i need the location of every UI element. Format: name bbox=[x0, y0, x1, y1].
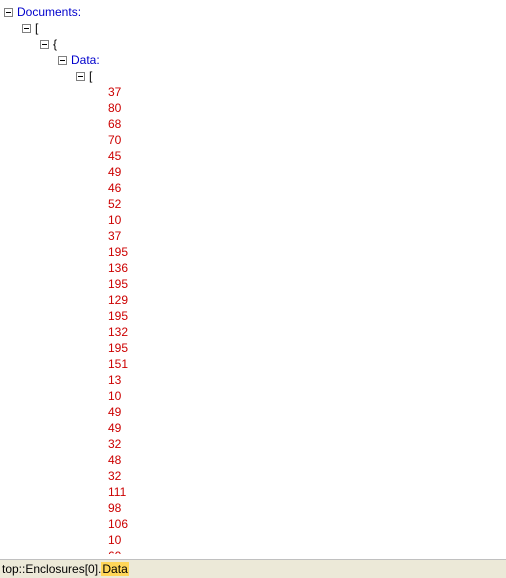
leaf-number: 68 bbox=[108, 116, 121, 132]
leaf-number: 111 bbox=[108, 484, 126, 500]
leaf-number: 60 bbox=[108, 548, 121, 554]
node-suffix: : bbox=[96, 52, 99, 68]
tree-leaf-value[interactable]: 195 bbox=[0, 276, 506, 292]
leaf-number: 10 bbox=[108, 532, 121, 548]
tree-leaf-value[interactable]: 195 bbox=[0, 340, 506, 356]
tree-leaf-value[interactable]: 37 bbox=[0, 228, 506, 244]
tree-leaf-value[interactable]: 151 bbox=[0, 356, 506, 372]
tree-leaf-value[interactable]: 52 bbox=[0, 196, 506, 212]
tree-leaf-value[interactable]: 60 bbox=[0, 548, 506, 554]
leaf-number: 151 bbox=[108, 356, 128, 372]
collapse-icon[interactable] bbox=[58, 56, 67, 65]
json-tree-viewer: Documents : [ { Data : [ 378068704549465… bbox=[0, 4, 506, 554]
tree-leaf-value[interactable]: 80 bbox=[0, 100, 506, 116]
tree-leaf-value[interactable]: 32 bbox=[0, 436, 506, 452]
leaf-number: 48 bbox=[108, 452, 121, 468]
leaf-number: 129 bbox=[108, 292, 128, 308]
leaf-number: 46 bbox=[108, 180, 121, 196]
leaf-number: 98 bbox=[108, 500, 121, 516]
leaf-number: 136 bbox=[108, 260, 128, 276]
leaf-number: 13 bbox=[108, 372, 121, 388]
leaf-number: 45 bbox=[108, 148, 121, 164]
tree-leaf-value[interactable]: 45 bbox=[0, 148, 506, 164]
leaf-number: 195 bbox=[108, 308, 128, 324]
node-brace: { bbox=[53, 36, 57, 52]
tree-leaf-value[interactable]: 195 bbox=[0, 308, 506, 324]
tree-leaf-value[interactable]: 129 bbox=[0, 292, 506, 308]
tree-leaf-value[interactable]: 49 bbox=[0, 164, 506, 180]
collapse-icon[interactable] bbox=[22, 24, 31, 33]
leaf-number: 49 bbox=[108, 404, 121, 420]
tree-leaf-value[interactable]: 37 bbox=[0, 84, 506, 100]
node-key: Documents bbox=[17, 4, 78, 20]
leaf-number: 10 bbox=[108, 388, 121, 404]
leaf-number: 37 bbox=[108, 84, 121, 100]
tree-leaf-value[interactable]: 49 bbox=[0, 404, 506, 420]
leaf-number: 52 bbox=[108, 196, 121, 212]
collapse-icon[interactable] bbox=[4, 8, 13, 17]
tree-leaf-value[interactable]: 98 bbox=[0, 500, 506, 516]
leaf-number: 49 bbox=[108, 164, 121, 180]
leaf-number: 132 bbox=[108, 324, 128, 340]
tree-leaf-value[interactable]: 68 bbox=[0, 116, 506, 132]
tree-node-data[interactable]: Data : bbox=[0, 52, 506, 68]
tree-node-data-array-open[interactable]: [ bbox=[0, 68, 506, 84]
collapse-icon[interactable] bbox=[76, 72, 85, 81]
leaf-number: 32 bbox=[108, 436, 121, 452]
tree-leaf-value[interactable]: 195 bbox=[0, 244, 506, 260]
leaf-number: 195 bbox=[108, 244, 128, 260]
tree-leaf-value[interactable]: 49 bbox=[0, 420, 506, 436]
leaf-number: 195 bbox=[108, 276, 128, 292]
status-bar: top::Enclosures[0]. Data bbox=[0, 559, 506, 578]
tree-leaf-value[interactable]: 32 bbox=[0, 468, 506, 484]
leaf-number: 49 bbox=[108, 420, 121, 436]
tree-leaf-value[interactable]: 13 bbox=[0, 372, 506, 388]
leaf-number: 32 bbox=[108, 468, 121, 484]
tree-leaf-value[interactable]: 70 bbox=[0, 132, 506, 148]
status-path-highlight: Data bbox=[101, 562, 128, 576]
leaf-number: 80 bbox=[108, 100, 121, 116]
tree-leaf-value[interactable]: 132 bbox=[0, 324, 506, 340]
leaf-number: 37 bbox=[108, 228, 121, 244]
status-path-prefix: top::Enclosures[0]. bbox=[2, 562, 101, 576]
tree-leaf-value[interactable]: 136 bbox=[0, 260, 506, 276]
tree-leaf-value[interactable]: 111 bbox=[0, 484, 506, 500]
tree-leaf-value[interactable]: 10 bbox=[0, 212, 506, 228]
collapse-icon[interactable] bbox=[40, 40, 49, 49]
leaf-number: 106 bbox=[108, 516, 128, 532]
tree-leaf-value[interactable]: 106 bbox=[0, 516, 506, 532]
tree-leaf-value[interactable]: 48 bbox=[0, 452, 506, 468]
tree-node-object-open[interactable]: { bbox=[0, 36, 506, 52]
node-key: Data bbox=[71, 52, 96, 68]
tree-leaf-value[interactable]: 10 bbox=[0, 532, 506, 548]
node-suffix: : bbox=[78, 4, 81, 20]
leaf-number: 195 bbox=[108, 340, 128, 356]
tree-leaf-value[interactable]: 10 bbox=[0, 388, 506, 404]
tree-node-documents[interactable]: Documents : bbox=[0, 4, 506, 20]
node-bracket: [ bbox=[89, 68, 92, 84]
tree-node-array-open[interactable]: [ bbox=[0, 20, 506, 36]
leaf-number: 10 bbox=[108, 212, 121, 228]
leaf-number: 70 bbox=[108, 132, 121, 148]
tree-leaf-value[interactable]: 46 bbox=[0, 180, 506, 196]
node-bracket: [ bbox=[35, 20, 38, 36]
